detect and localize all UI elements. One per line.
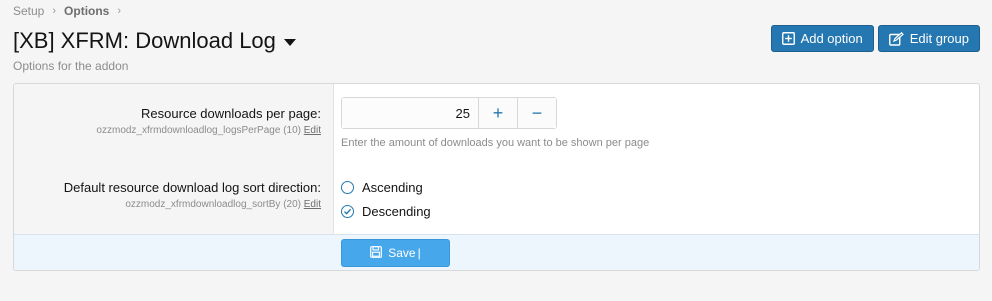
add-option-label: Add option [800, 31, 863, 46]
form-submit-row [14, 234, 979, 270]
edit-icon [888, 31, 904, 46]
breadcrumb-separator: › [52, 5, 57, 17]
plus-icon: + [492, 102, 504, 123]
page-description: Options for the addon [13, 59, 129, 73]
minus-icon: − [531, 102, 543, 123]
edit-link[interactable]: Edit [304, 125, 321, 136]
plus-square-icon [781, 32, 795, 45]
logs-per-page-stepper: + − [341, 97, 557, 129]
radio-label-ascending: Ascending [362, 180, 423, 195]
option-id: ozzmodz_xfrmdownloadlog_sortBy (20) [125, 199, 301, 210]
radio-label-descending: Descending [362, 204, 431, 219]
logs-per-page-hint: Enter the amount of downloads you want t… [341, 137, 650, 149]
options-block: Resource downloads per page: ozzmodz_xfr… [13, 83, 980, 271]
radio-ascending[interactable]: Ascending [341, 180, 423, 195]
option-label-sort-direction: Default resource download log sort direc… [63, 180, 321, 195]
option-meta-logs-per-page: ozzmodz_xfrmdownloadlog_logsPerPage (10)… [96, 125, 321, 136]
caret-down-icon[interactable] [283, 38, 296, 46]
save-label: Save [388, 246, 416, 260]
add-option-button[interactable]: Add option [770, 25, 874, 52]
decrement-button[interactable]: − [517, 98, 556, 128]
breadcrumb: Setup › Options › [13, 4, 121, 18]
breadcrumb-separator: › [117, 5, 122, 17]
save-button[interactable]: Save | [341, 239, 450, 267]
option-label-logs-per-page: Resource downloads per page: [141, 106, 321, 121]
edit-group-label: Edit group [909, 31, 969, 46]
radio-unchecked-icon[interactable] [341, 181, 354, 194]
header-actions: Add option Edit group [770, 25, 980, 52]
title-row: [XB] XFRM: Download Log [13, 28, 296, 54]
breadcrumb-setup[interactable]: Setup [13, 4, 44, 18]
page-title: [XB] XFRM: Download Log [13, 28, 276, 53]
save-icon [370, 245, 383, 261]
option-meta-sort-direction: ozzmodz_xfrmdownloadlog_sortBy (20) Edit [125, 199, 321, 210]
edit-group-button[interactable]: Edit group [877, 25, 980, 52]
edit-link[interactable]: Edit [304, 199, 321, 210]
radio-checked-icon[interactable] [341, 205, 354, 218]
option-id: ozzmodz_xfrmdownloadlog_logsPerPage (10) [96, 125, 301, 136]
radio-descending[interactable]: Descending [341, 204, 431, 219]
increment-button[interactable]: + [478, 98, 517, 128]
text-cursor-icon: | [417, 246, 421, 260]
logs-per-page-input[interactable] [342, 98, 478, 128]
breadcrumb-options[interactable]: Options [64, 4, 109, 18]
